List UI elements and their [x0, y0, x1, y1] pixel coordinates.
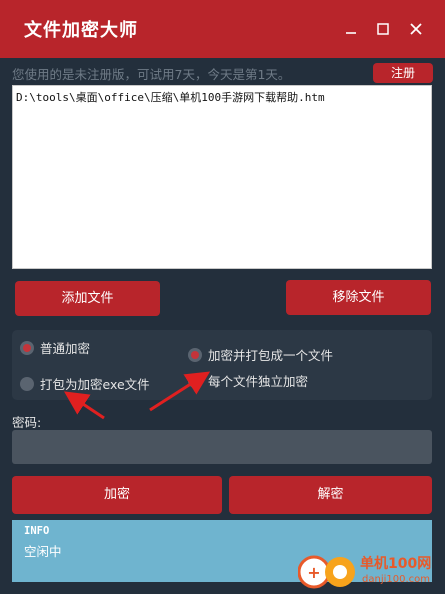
watermark-url: danji100.com: [362, 574, 430, 585]
password-label: 密码:: [12, 415, 42, 430]
password-input[interactable]: [12, 430, 432, 464]
info-status: 空闲中: [24, 544, 62, 559]
info-title: INFO: [24, 525, 50, 537]
decrypt-button[interactable]: 解密: [229, 476, 432, 514]
watermark-logo-icon: +: [298, 555, 355, 589]
arrow-icon: [64, 391, 105, 420]
svg-text:+: +: [307, 563, 320, 582]
arrow-icon: [149, 371, 211, 412]
encrypt-button[interactable]: 加密: [12, 476, 222, 514]
watermark-text: 单机100网: [360, 556, 432, 572]
